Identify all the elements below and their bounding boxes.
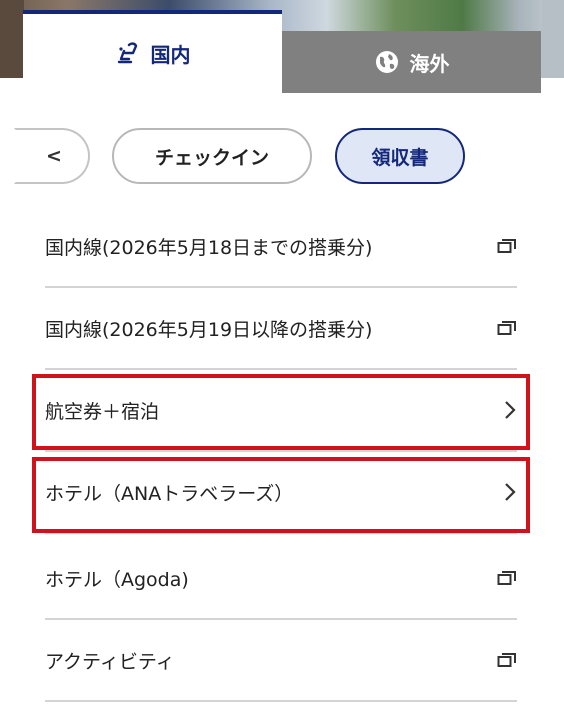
external-window-icon bbox=[495, 570, 517, 586]
list-item-label: アクティビティ bbox=[45, 650, 175, 673]
receipt-pill-label: 領収書 bbox=[371, 146, 429, 169]
tab-domestic-label: 国内 bbox=[150, 43, 191, 67]
list-item-label: ホテル（Agoda) bbox=[45, 568, 189, 591]
list-item-label: ホテル（ANAトラベラーズ） bbox=[45, 482, 294, 505]
prev-pill-button[interactable]: < bbox=[14, 128, 90, 184]
list-item-domestic-after[interactable]: 国内線(2026年5月19日以降の搭乗分) bbox=[45, 288, 517, 370]
external-window-icon bbox=[495, 320, 517, 336]
tab-domestic[interactable]: 国内 bbox=[23, 10, 282, 93]
chevron-right-icon bbox=[495, 482, 517, 502]
list-item-flight-hotel[interactable]: 航空券＋宿泊 bbox=[45, 370, 517, 452]
checkin-pill-label: チェックイン bbox=[154, 146, 269, 169]
header-photo-right bbox=[542, 0, 564, 78]
seat-icon bbox=[115, 41, 141, 67]
list-item-domestic-before[interactable]: 国内線(2026年5月18日までの搭乗分) bbox=[45, 206, 517, 288]
header-photo-left bbox=[0, 0, 24, 78]
list-item-hotel-ana[interactable]: ホテル（ANAトラベラーズ） bbox=[45, 452, 517, 534]
chevron-left-icon: < bbox=[46, 145, 62, 167]
list-item-label: 国内線(2026年5月19日以降の搭乗分) bbox=[45, 318, 373, 341]
list-item-hotel-agoda[interactable]: ホテル（Agoda) bbox=[45, 538, 517, 620]
chevron-right-icon bbox=[495, 400, 517, 420]
tab-international[interactable]: 海外 bbox=[282, 31, 541, 93]
external-window-icon bbox=[495, 238, 517, 254]
globe-icon bbox=[374, 49, 400, 75]
checkin-pill-button[interactable]: チェックイン bbox=[112, 128, 312, 184]
list-item-activity[interactable]: アクティビティ bbox=[45, 620, 517, 702]
list-item-label: 国内線(2026年5月18日までの搭乗分) bbox=[45, 236, 373, 259]
tab-international-label: 海外 bbox=[409, 51, 450, 76]
receipt-pill-button[interactable]: 領収書 bbox=[335, 128, 465, 184]
external-window-icon bbox=[495, 652, 517, 668]
list-item-label: 航空券＋宿泊 bbox=[45, 400, 160, 423]
